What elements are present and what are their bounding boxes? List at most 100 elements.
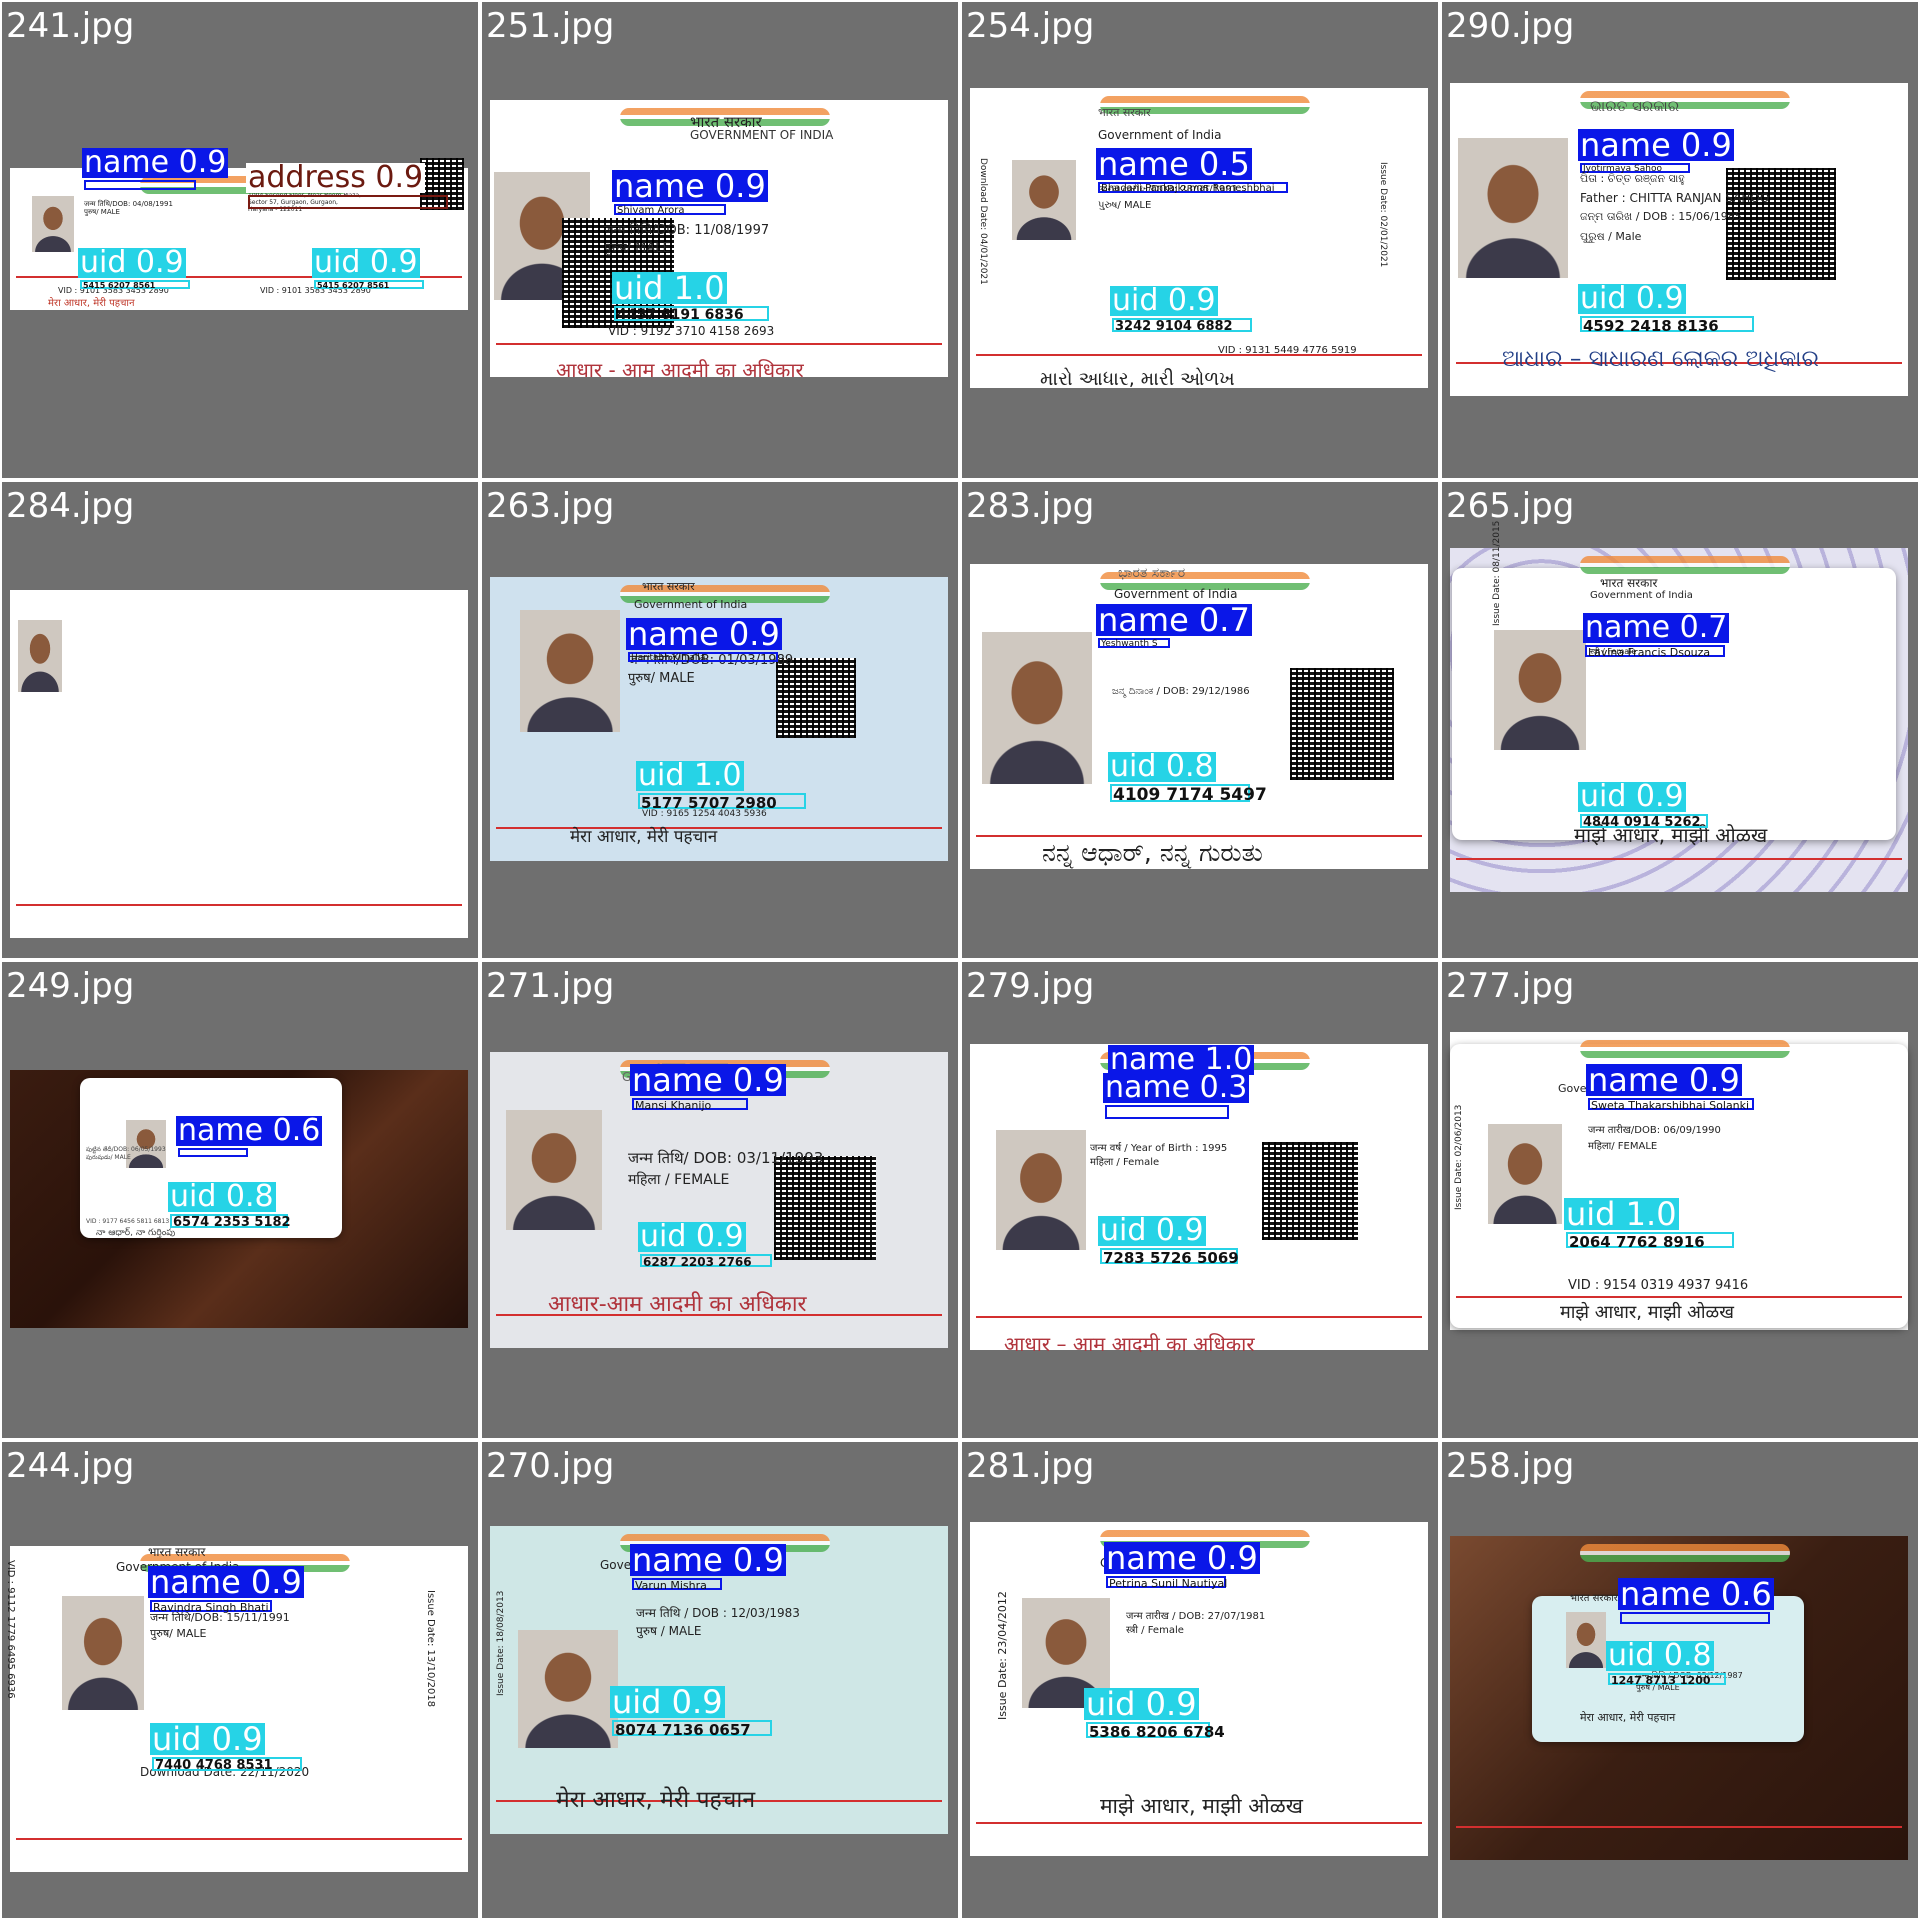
tile-filename: 277.jpg: [1446, 966, 1575, 1006]
tricolour-band: [1580, 1544, 1790, 1562]
name-detection-label: name 0.9: [148, 1563, 304, 1601]
portrait-photo: [1012, 160, 1076, 240]
card-text: ଆଧାର – ସାଧାରଣ ଲୋକର ଅଧିକାର: [1502, 346, 1819, 372]
uid-detection-box: 1247 8713 1200: [1608, 1673, 1726, 1687]
name-detection-box: Lavina Francis Dsouza: [1585, 645, 1725, 659]
tile-filename: 279.jpg: [966, 966, 1095, 1006]
portrait-photo: [982, 632, 1092, 784]
card-text: Government of India: [634, 598, 748, 611]
portrait-photo: [520, 610, 620, 732]
result-tile: 283.jpg ಭಾರತ ಸರ್ಕಾರ Government of India ಜನ್…: [960, 480, 1440, 960]
card-photo: [10, 590, 468, 938]
uid-field-text: 5177 5707 2980: [641, 794, 777, 812]
red-rule: [16, 904, 462, 906]
name-detection-box: Ravindra Singh Bhati: [150, 1600, 272, 1614]
name-detection-box: Sweta Thakarshibhai Solanki: [1588, 1098, 1754, 1112]
uid-field-text: 4457 6191 6836: [617, 307, 744, 323]
portrait-photo: [996, 1130, 1086, 1250]
card-text: GOVERNMENT OF INDIA: [690, 128, 834, 142]
portrait-photo: [506, 1110, 602, 1230]
uid-field-text: 5415 6207 8561: [83, 281, 156, 290]
card-text: पुरुष/ MALE: [628, 671, 695, 686]
name-field-text: Lavina Francis Dsouza: [1588, 646, 1711, 659]
card-text: పురుషుడు/ MALE: [86, 1154, 131, 1161]
card-text: महिला/ FEMALE: [1588, 1141, 1658, 1152]
result-tile: 265.jpgभारत सरकारGovernment of Indiaजन्म…: [1440, 480, 1920, 960]
name-detection-label: name 0.9: [626, 615, 782, 653]
red-rule: [496, 827, 942, 829]
name-detection-box: [178, 1148, 248, 1157]
result-tile: 251.jpg भारत सरकार GOVERNMENT OF INDIA जन्म…: [480, 0, 960, 480]
result-tile: 244.jpgभारत सरकारGovernment of Indiaजन्म…: [0, 1440, 480, 1920]
uid-detection-label: uid 0.9: [610, 1683, 725, 1721]
card-text: जन्म तारीख/DOB: 06/09/1990: [1588, 1125, 1721, 1136]
uid-detection-box: 4844 0914 5262: [1580, 814, 1708, 830]
uid-field-text: 4844 0914 5262: [1583, 815, 1701, 830]
name-detection-label: name 0.9: [1104, 1539, 1260, 1577]
card-text: मेरा आधार, मेरी पहचान: [556, 1787, 756, 1813]
uid-detection-box: 8074 7136 0657: [612, 1720, 772, 1739]
card-text: जन्म तिथि/DOB: 11/08/1997: [604, 223, 770, 238]
address-detection-box: [248, 195, 448, 209]
name-detection-label: name 0.9: [630, 1061, 786, 1099]
name-field-text: Jyotirmaya Sahoo: [1583, 164, 1662, 174]
uid-detection-box: 6287 2203 2766: [640, 1254, 772, 1269]
uid-field-text: 2064 7762 8916: [1569, 1233, 1705, 1251]
name-field-text: Yeshwanth S: [1101, 639, 1158, 649]
uid-detection-box: 4592 2418 8136: [1580, 316, 1754, 335]
tile-filename: 270.jpg: [486, 1446, 615, 1486]
result-tile: 279.jpgभारत सरकारGOVERNMENT OF INDIAजन्म…: [960, 960, 1440, 1440]
tile-filename: 290.jpg: [1446, 6, 1575, 46]
name-detection-box: Varun Mishra: [632, 1578, 722, 1592]
uid-detection-box: 3242 9104 6882: [1112, 318, 1252, 334]
name-field-text: Sweta Thakarshibhai Solanki: [1591, 1099, 1750, 1112]
card-text: పుట్టిన తేదీ/DOB: 06/05/1993: [86, 1146, 166, 1153]
card-text: भारत सरकार: [1098, 106, 1151, 119]
portrait-photo: [126, 1120, 166, 1168]
portrait-photo: [1488, 1124, 1562, 1224]
uid-detection-label: uid 0.9: [1110, 283, 1218, 318]
card-text: मेरा आधार, मेरी पहचान: [1580, 1711, 1676, 1724]
result-tile: 254.jpg भारत सरकार Government of India જન્મ…: [960, 0, 1440, 480]
name-detection-box: Mansi Khanijo: [632, 1098, 748, 1112]
result-tile: 290.jpg ଭାରତ ସରକାର ପିତା : ଚିତ୍ତ ରଞ୍ଜନ ସାହୁ…: [1440, 0, 1920, 480]
qr-code: [1262, 1142, 1358, 1240]
card-text: भारत सरकार: [1570, 1593, 1618, 1604]
result-tile: 281.jpgभारत सरकारGovernment of Indiaजन्म…: [960, 1440, 1440, 1920]
tile-filename: 251.jpg: [486, 6, 615, 46]
uid-detection-box: 5415 6207 8561: [314, 280, 424, 290]
red-rule: [1456, 858, 1902, 860]
card-text: आधार-आम आदमी का अधिकार: [548, 1292, 807, 1317]
card-text: पुरुष/ MALE: [150, 1627, 207, 1640]
name-detection-box: [1105, 1105, 1229, 1119]
card-text: ಭಾರತ ಸರ್ಕಾರ: [1118, 565, 1186, 581]
tile-filename: 281.jpg: [966, 1446, 1095, 1486]
card-text: जन्म वर्ष / Year of Birth : 1995: [1090, 1143, 1228, 1154]
name-detection-label: name 0.7: [1096, 601, 1252, 639]
card-text: आधार – आम आदमी का अधिकार: [1004, 1332, 1255, 1356]
uid-detection-label: uid 0.8: [1108, 749, 1216, 784]
name-field-text: Shivam Arora: [617, 205, 685, 216]
result-tile: 258.jpg भारत सरकार जन्म तिथि / DOB: 05/12/…: [1440, 1440, 1920, 1920]
card-text: ପୁରୁଷ / Male: [1580, 230, 1642, 243]
card-text: Issue Date: 02/01/2021: [1378, 162, 1388, 268]
tile-filename: 284.jpg: [6, 486, 135, 526]
card-text: आधार - आम आदमी का अधिकार: [556, 358, 804, 382]
uid-field-text: 7283 5726 5069: [1103, 1249, 1239, 1267]
tile-filename: 258.jpg: [1446, 1446, 1575, 1486]
card-text: जन्म तिथि/ DOB: 03/11/1993: [628, 1149, 824, 1167]
card-text: जन्म तिथि / DOB : 12/03/1983: [636, 1606, 800, 1620]
uid-detection-label: uid 0.9: [638, 1219, 746, 1254]
tile-filename: 244.jpg: [6, 1446, 135, 1486]
card-text: माझे आधार, माझी ओळख: [1100, 1794, 1303, 1818]
name-field-text: Ravindra Singh Bhati: [153, 1601, 269, 1614]
uid-field-text: 5386 8206 6784: [1089, 1723, 1225, 1741]
uid-detection-box: 7283 5726 5069: [1100, 1248, 1239, 1267]
portrait-photo: [62, 1596, 144, 1710]
uid-field-text: 1247 8713 1200: [1611, 1674, 1711, 1687]
card-text: भारत सरकार: [148, 1545, 206, 1559]
card-text: నా ఆధార్, నా గుర్తింపు: [96, 1228, 176, 1238]
red-rule: [1456, 1296, 1902, 1298]
card-text: मेरा आधार, मेरी पहचान: [570, 827, 718, 847]
uid-detection-box: 5386 8206 6784: [1086, 1722, 1225, 1741]
